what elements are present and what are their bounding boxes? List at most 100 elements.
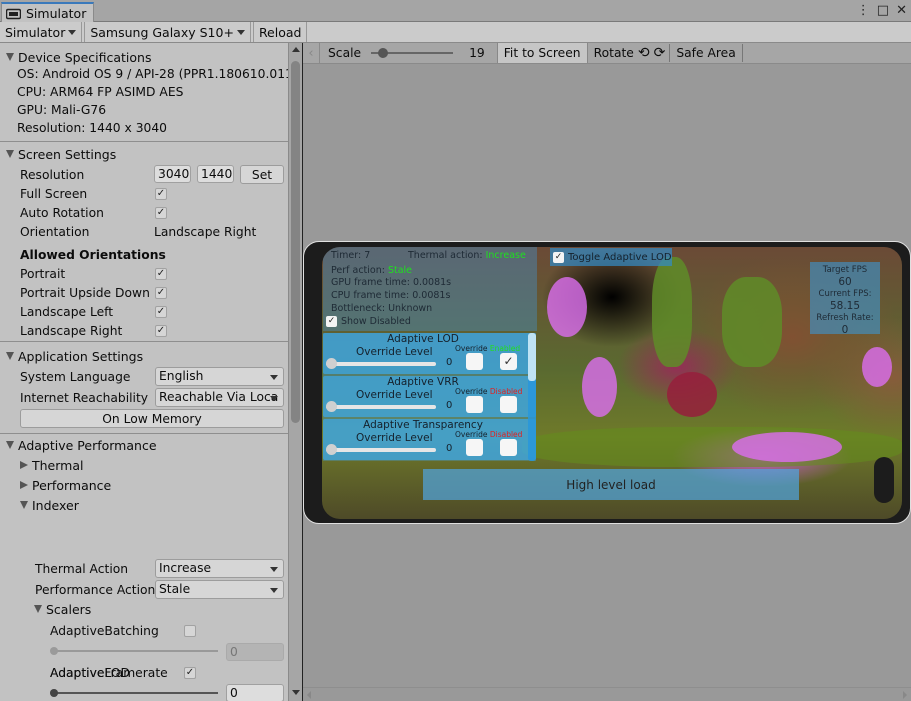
adaptive-batching-checkbox[interactable] [184, 624, 196, 637]
device-dropdown[interactable]: Samsung Galaxy S10+ [85, 22, 251, 42]
scroll-down-icon[interactable] [292, 690, 300, 695]
rotate-left-icon[interactable]: ⟲ [636, 43, 652, 63]
resolution-label: Resolution [20, 167, 85, 182]
scaler-name: AdaptiveLOD [50, 665, 130, 680]
override-checkbox[interactable] [466, 353, 483, 370]
scene-grass [522, 427, 902, 467]
scaler-list-scrollbar[interactable] [528, 333, 536, 461]
landscape-left-label: Landscape Left [20, 304, 114, 319]
scroll-right-icon[interactable] [903, 691, 907, 699]
scale-slider[interactable] [371, 46, 454, 60]
override-level-slider[interactable] [326, 362, 436, 366]
landscape-right-checkbox[interactable]: ✓ [155, 324, 167, 337]
viewport-horizontal-scrollbar[interactable] [303, 687, 911, 701]
override-status: Override Disabled [455, 387, 522, 396]
scrollbar-thumb[interactable] [291, 61, 300, 423]
adaptive-lod-checkbox[interactable]: ✓ [184, 666, 196, 679]
performance-action-dropdown[interactable]: Stale [155, 580, 284, 599]
rotate-right-icon[interactable]: ⟳ [652, 43, 670, 63]
override-level-label: Override Level [356, 346, 433, 358]
full-screen-checkbox[interactable]: ✓ [155, 187, 167, 200]
scroll-up-icon[interactable] [292, 47, 300, 52]
system-language-dropdown[interactable]: English [155, 367, 284, 386]
hud-thermal-action: Thermal action: Increase [408, 250, 526, 261]
screen-settings-header[interactable]: Screen Settings [0, 144, 288, 164]
slider-knob[interactable] [326, 401, 337, 412]
toggle-lod-checkbox[interactable]: ✓ [553, 251, 564, 263]
performance-foldout[interactable]: Performance [0, 475, 288, 495]
thermal-foldout[interactable]: Thermal [0, 455, 288, 475]
current-fps-value: 58.15 [829, 300, 861, 312]
device-specs-header[interactable]: Device Specifications [0, 47, 288, 67]
current-fps-label: Current FPS: [818, 289, 872, 299]
reload-button[interactable]: Reload [254, 22, 308, 42]
foldout-label: Scalers [46, 601, 92, 617]
on-low-memory-button[interactable]: On Low Memory [20, 409, 284, 428]
adaptive-lod-slider[interactable] [50, 686, 218, 700]
scene-sparkle [547, 277, 587, 337]
scene-sparkle [862, 347, 892, 387]
override-checkbox[interactable] [466, 439, 483, 456]
slider-knob[interactable] [326, 358, 337, 369]
toggle-adaptive-lod[interactable]: ✓ Toggle Adaptive LOD [550, 248, 672, 266]
slider-knob[interactable] [50, 647, 58, 655]
high-level-load-button[interactable]: High level load [423, 469, 799, 500]
adaptive-batching-value[interactable]: 0 [226, 643, 284, 661]
adaptive-batching-slider[interactable] [50, 644, 218, 658]
close-icon[interactable]: ✕ [896, 3, 907, 18]
thermal-action-dropdown[interactable]: Increase [155, 559, 284, 578]
performance-action-label: Performance Action [35, 582, 156, 597]
portrait-checkbox[interactable]: ✓ [155, 267, 167, 280]
override-checkbox[interactable] [466, 396, 483, 413]
override-status: Override Enabled [455, 344, 520, 353]
adaptive-performance-header[interactable]: Adaptive Performance [0, 435, 288, 455]
application-settings-section: Application Settings System Language Eng… [0, 342, 288, 434]
hud-cpu-frame: CPU frame time: 0.0081s [331, 290, 451, 301]
enabled-checkbox[interactable] [500, 396, 517, 413]
slider-knob[interactable] [326, 444, 337, 455]
portrait-upside-down-label: Portrait Upside Down [20, 285, 150, 300]
device-screen[interactable]: Timer: 7 Thermal action: Increase Perf a… [322, 247, 902, 519]
portrait-upside-down-checkbox[interactable]: ✓ [155, 286, 167, 299]
scaler-item-adaptive-lod: Adaptive LOD Override Level Override Ena… [323, 333, 536, 374]
scalers-foldout[interactable]: Scalers [0, 599, 91, 619]
override-status: Override Disabled [455, 430, 522, 439]
internet-reachability-dropdown[interactable]: Reachable Via Loca [155, 388, 284, 407]
spec-resolution: Resolution: 1440 x 3040 [17, 121, 167, 135]
adaptive-lod-value[interactable]: 0 [226, 684, 284, 701]
toolbar-separator [741, 44, 743, 62]
landscape-right-label: Landscape Right [20, 323, 123, 338]
safe-area-toggle[interactable]: Safe Area [670, 43, 741, 63]
mode-dropdown[interactable]: Simulator [0, 22, 83, 42]
collapse-inspector-icon[interactable]: ‹ [303, 43, 320, 63]
indexer-foldout[interactable]: Indexer [0, 495, 288, 515]
enabled-checkbox[interactable]: ✓ [500, 353, 517, 370]
slider-track [53, 692, 218, 694]
scrollbar-thumb[interactable] [528, 333, 536, 381]
scaler-item-adaptive-transparency: Adaptive Transparency Override Level Ove… [323, 419, 536, 460]
tab-label: Simulator [26, 6, 87, 21]
maximize-icon[interactable]: □ [877, 3, 889, 18]
override-level-slider[interactable] [326, 405, 436, 409]
more-menu-icon[interactable]: ⋮ [857, 3, 870, 18]
tab-simulator[interactable]: Simulator [1, 2, 94, 23]
landscape-left-checkbox[interactable]: ✓ [155, 305, 167, 318]
device-dropdown-label: Samsung Galaxy S10+ [90, 24, 234, 40]
show-disabled-checkbox[interactable]: ✓ [326, 316, 337, 327]
dropdown-value: Reachable Via Loca [159, 390, 279, 404]
slider-knob[interactable] [378, 48, 389, 58]
slider-knob[interactable] [50, 689, 58, 697]
fit-to-screen-button[interactable]: Fit to Screen [496, 43, 588, 63]
foldout-label: Thermal [32, 457, 84, 473]
application-settings-header[interactable]: Application Settings [0, 346, 288, 366]
scene-vine [722, 277, 782, 367]
override-level-slider[interactable] [326, 448, 436, 452]
section-title: Screen Settings [18, 146, 117, 162]
scroll-left-icon[interactable] [307, 691, 311, 699]
inspector-scrollbar[interactable] [288, 43, 302, 701]
set-resolution-button[interactable]: Set [240, 165, 284, 184]
enabled-checkbox[interactable] [500, 439, 517, 456]
resolution-width-input[interactable]: 3040 [154, 165, 191, 183]
auto-rotation-checkbox[interactable]: ✓ [155, 206, 167, 219]
resolution-height-input[interactable]: 1440 [197, 165, 234, 183]
